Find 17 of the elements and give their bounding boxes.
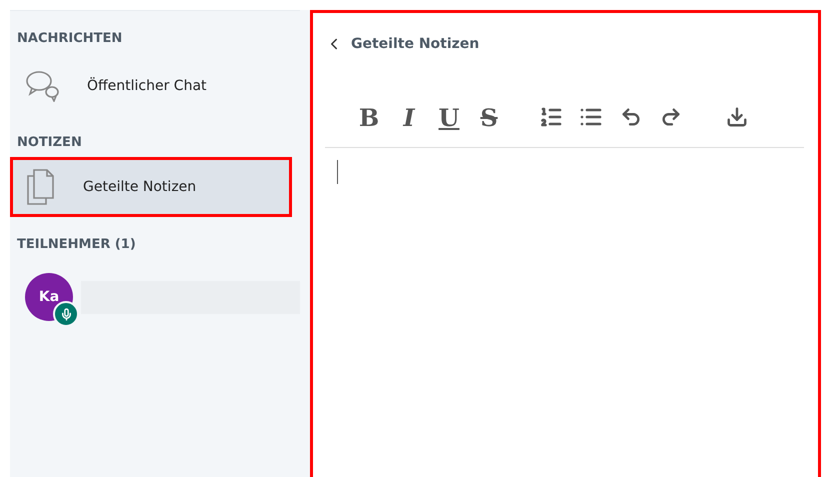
underline-button[interactable]: U: [431, 102, 467, 132]
section-heading: NOTIZEN: [16, 135, 83, 152]
strike-button[interactable]: S: [471, 102, 507, 132]
italic-button[interactable]: I: [391, 102, 427, 132]
sidebar-item[interactable]: Öffentlicher Chat: [10, 53, 282, 119]
text-cursor: [337, 160, 338, 184]
redo-icon: [660, 106, 682, 128]
sidebar-item[interactable]: Geteilte Notizen: [10, 157, 292, 217]
numbered-list-icon: [539, 105, 563, 129]
chat-bubbles-icon: [25, 70, 61, 102]
undo-icon: [620, 106, 642, 128]
section-heading: TEILNEHMER (1): [16, 237, 137, 254]
download-icon: [726, 106, 748, 128]
documents-icon: [25, 168, 57, 206]
bold-button[interactable]: B: [351, 102, 387, 132]
panel-title: Geteilte Notizen: [351, 36, 480, 52]
section-heading: NACHRICHTEN: [16, 31, 124, 48]
